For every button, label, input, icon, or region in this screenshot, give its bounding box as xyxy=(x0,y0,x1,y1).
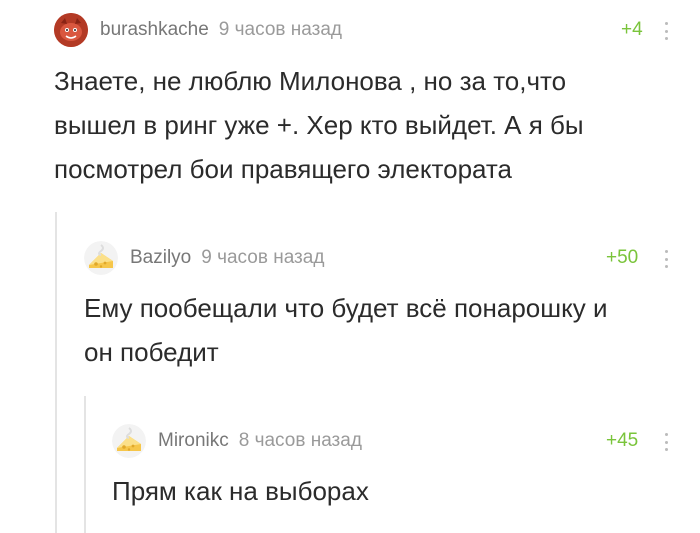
comment-text-line: он победит xyxy=(84,337,219,367)
more-options-icon[interactable] xyxy=(664,22,668,40)
timestamp[interactable]: 9 часов назад xyxy=(219,19,342,41)
default-cheese-avatar-icon[interactable] xyxy=(84,241,118,275)
rating-value: +4 xyxy=(621,19,643,40)
default-cheese-avatar-icon[interactable] xyxy=(112,424,146,458)
comment-text-line: посмотрел бои правящего электората xyxy=(54,154,513,184)
comment-text-line: вышел в ринг уже +. Хер кто выйдет. А я … xyxy=(54,110,584,140)
timestamp[interactable]: 8 часов назад xyxy=(239,430,362,452)
comment-text-line: Знаете, не люблю Милонова , но за то,что xyxy=(54,66,567,96)
comment-header: Mironikc 8 часов назад xyxy=(112,423,362,459)
rating-value: +50 xyxy=(606,247,639,268)
username[interactable]: Mironikc xyxy=(158,430,229,452)
rating-value: +45 xyxy=(606,430,639,451)
username[interactable]: burashkache xyxy=(100,19,209,41)
comment-text: Прям как на выборах xyxy=(112,469,369,513)
comment-header: burashkache 9 часов назад xyxy=(54,12,342,48)
more-options-icon[interactable] xyxy=(664,250,668,268)
thread-line-level-1[interactable] xyxy=(55,212,57,533)
more-options-icon[interactable] xyxy=(664,433,668,451)
red-dog-avatar-icon[interactable] xyxy=(54,13,88,47)
comment-text: Знаете, не люблю Милонова , но за то,что… xyxy=(54,59,584,191)
thread-line-level-2[interactable] xyxy=(84,396,86,533)
comment-header: Bazilyo 9 часов назад xyxy=(84,240,324,276)
comment-text-line: Прям как на выборах xyxy=(112,476,369,506)
timestamp[interactable]: 9 часов назад xyxy=(201,247,324,269)
username[interactable]: Bazilyo xyxy=(130,247,191,269)
comment-text: Ему пообещали что будет всё понарошку и … xyxy=(84,286,608,374)
comment-text-line: Ему пообещали что будет всё понарошку и xyxy=(84,293,608,323)
